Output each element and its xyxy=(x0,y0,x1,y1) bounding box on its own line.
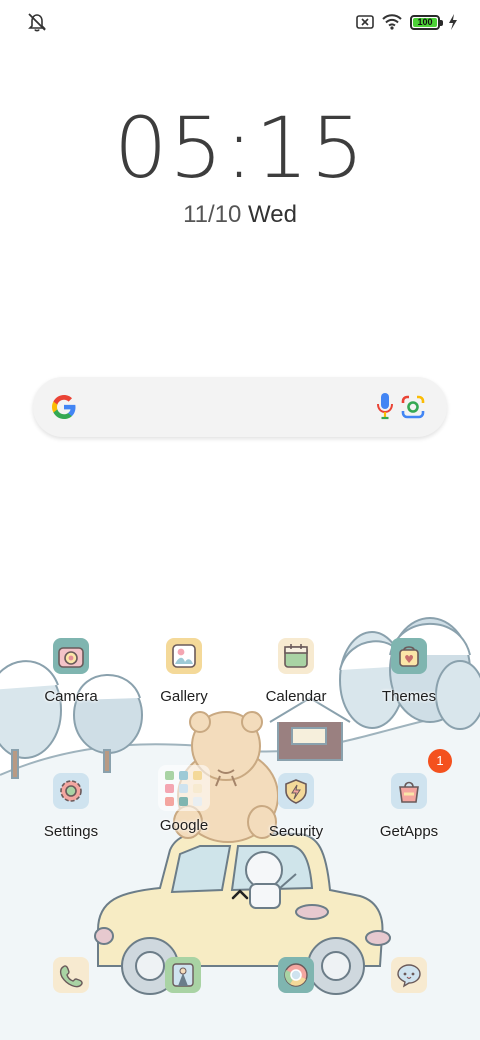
contacts-icon[interactable] xyxy=(165,957,201,993)
app-gallery[interactable]: Gallery xyxy=(129,638,239,705)
notification-badge: 1 xyxy=(428,749,452,773)
chevron-up-icon[interactable] xyxy=(229,886,251,902)
date-day: Wed xyxy=(248,201,297,228)
date-numeric: 11/10 xyxy=(183,201,242,228)
chrome-icon[interactable] xyxy=(278,957,314,993)
app-settings[interactable]: Settings xyxy=(16,773,126,840)
google-folder-icon xyxy=(158,765,210,811)
settings-icon xyxy=(53,773,89,809)
app-label: Gallery xyxy=(160,688,208,705)
app-label: GetApps xyxy=(379,823,439,840)
charging-bolt-icon xyxy=(449,14,457,30)
app-google-folder[interactable]: Google xyxy=(129,765,239,834)
app-label: Camera xyxy=(44,688,98,705)
calendar-icon xyxy=(278,638,314,674)
app-getapps[interactable]: 1 GetApps xyxy=(354,749,464,840)
messages-icon[interactable] xyxy=(391,957,427,993)
microphone-icon[interactable] xyxy=(376,391,394,421)
lockscreen-date[interactable]: 11/10 Wed xyxy=(0,200,480,230)
battery-icon: 100 xyxy=(410,14,443,30)
themes-icon: ♥ xyxy=(391,638,427,674)
google-lens-icon[interactable] xyxy=(400,394,426,420)
google-g-icon xyxy=(52,395,76,419)
phone-icon[interactable] xyxy=(53,957,89,993)
app-label: Google xyxy=(159,817,209,834)
google-search-bar[interactable] xyxy=(33,377,447,437)
app-camera[interactable]: Camera xyxy=(16,638,126,705)
gallery-icon xyxy=(166,638,202,674)
security-icon xyxy=(278,773,314,809)
bell-off-icon xyxy=(28,13,46,32)
app-label: Security xyxy=(268,823,324,840)
app-themes[interactable]: ♥ Themes xyxy=(354,638,464,705)
battery-level: 100 xyxy=(413,17,437,27)
getapps-icon xyxy=(391,773,427,809)
app-label: Themes xyxy=(381,688,437,705)
no-sim-icon xyxy=(356,15,374,29)
lockscreen-clock[interactable]: 05:15 xyxy=(0,100,480,196)
app-calendar[interactable]: Calendar xyxy=(241,638,351,705)
app-label: Settings xyxy=(43,823,99,840)
svg-text:♥: ♥ xyxy=(404,653,414,666)
camera-icon xyxy=(53,638,89,674)
app-security[interactable]: Security xyxy=(241,773,351,840)
status-bar: 100 xyxy=(0,0,480,42)
home-screen: 100 05:15 11/10 Wed Camera Gallery Calen… xyxy=(0,0,480,1040)
app-label: Calendar xyxy=(265,688,327,705)
wifi-icon xyxy=(382,14,402,30)
